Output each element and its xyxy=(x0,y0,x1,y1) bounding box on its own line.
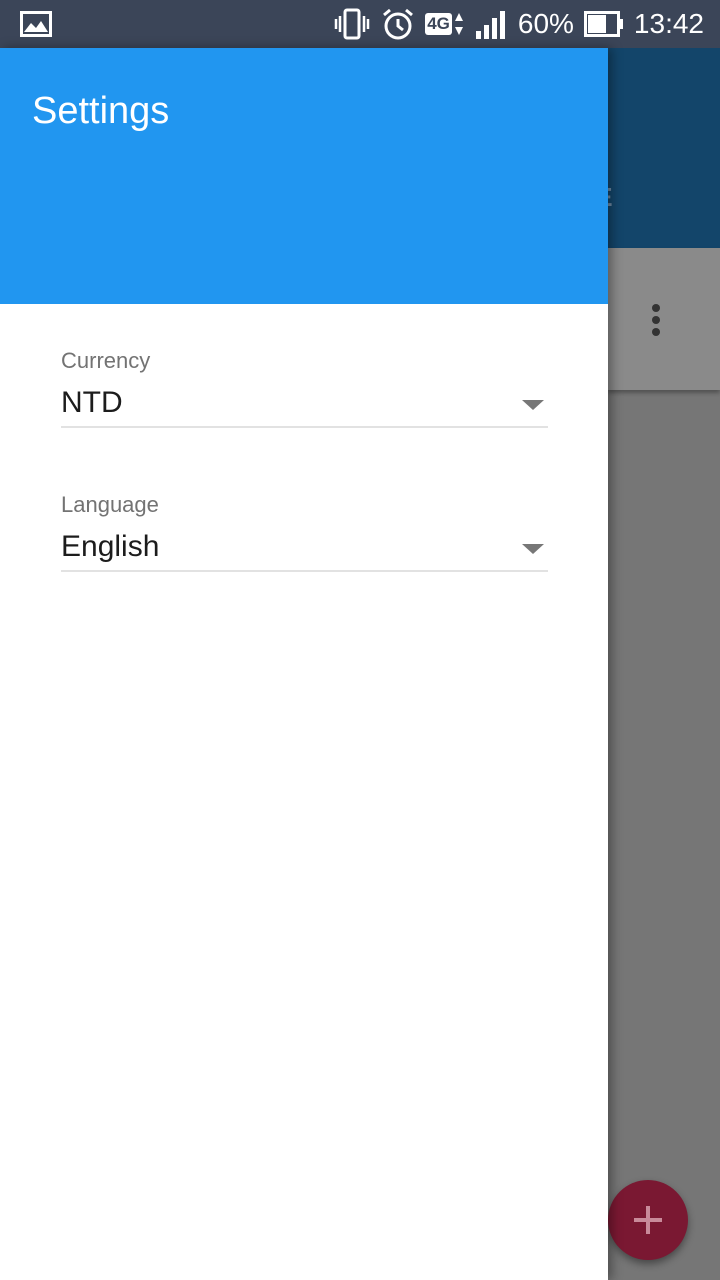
field-underline xyxy=(61,570,548,572)
dropdown-arrow-icon xyxy=(522,400,544,410)
alarm-icon xyxy=(381,7,415,41)
language-label: Language xyxy=(61,492,159,517)
background-card xyxy=(608,248,720,390)
network-4g-icon: 4G xyxy=(425,11,464,37)
currency-dropdown[interactable]: Currency NTD xyxy=(61,348,548,428)
drawer-title: Settings xyxy=(32,90,170,132)
signal-icon xyxy=(474,9,508,39)
more-vert-icon xyxy=(648,304,664,340)
dropdown-arrow-icon xyxy=(522,544,544,554)
vibrate-icon xyxy=(333,8,371,40)
language-value: English xyxy=(61,530,160,563)
clock: 13:42 xyxy=(633,8,704,39)
plus-icon xyxy=(634,1206,662,1234)
currency-value: NTD xyxy=(61,386,123,419)
currency-label: Currency xyxy=(61,348,151,373)
drawer-header: Settings xyxy=(0,48,608,304)
status-bar: 4G 60% 13:42 xyxy=(0,0,720,48)
battery-percent: 60% xyxy=(517,8,574,39)
add-fab-button[interactable] xyxy=(608,1180,688,1260)
field-underline xyxy=(61,426,548,428)
battery-icon xyxy=(583,11,624,37)
background-app-bar xyxy=(608,48,720,248)
language-dropdown[interactable]: Language English xyxy=(61,492,548,572)
settings-drawer: Settings Currency NTD Language English xyxy=(0,48,608,1280)
gallery-icon xyxy=(20,11,52,42)
